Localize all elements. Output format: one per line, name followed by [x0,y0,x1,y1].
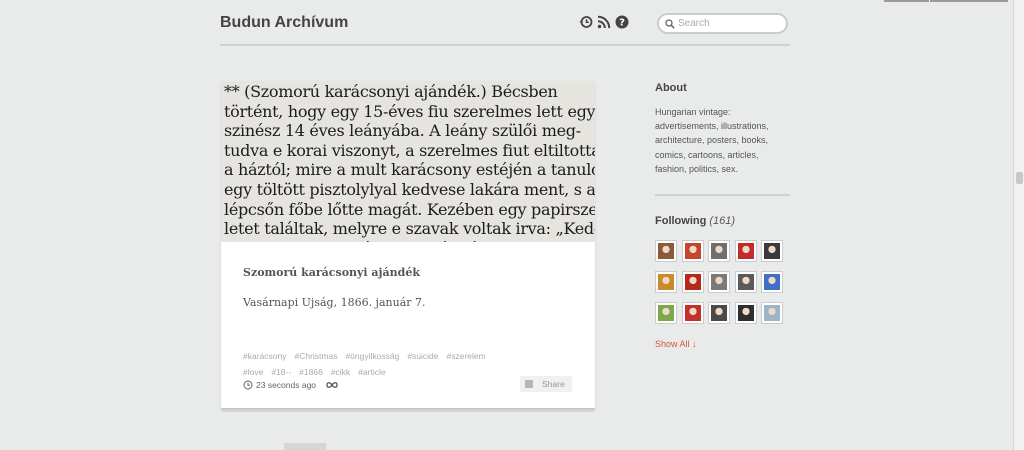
sidebar-divider [655,194,790,196]
top-tab-2[interactable] [930,0,1008,2]
tag-link[interactable]: #szerelem [447,351,486,361]
following-avatars [655,240,790,324]
avatar-image [737,243,754,259]
blog-header: Budun Archívum ? [220,0,790,46]
clipping-line: ** (Szomorú karácsonyi ajándék.) Bécsben [224,82,558,101]
avatar-image [764,274,780,290]
avatar-image [711,274,727,290]
clipping-line: egy töltött pisztolylyal kedvese lakára … [224,179,595,199]
post-image-clipping[interactable]: ** (Szomorú karácsonyi ajándék.) Bécsben… [221,81,595,242]
svg-text:?: ? [619,18,625,29]
search-input[interactable] [678,16,782,31]
clipping-line: vesemnek . . . karácsonyi ajándékul.“ [224,239,594,242]
following-heading: Following (161) [655,215,735,227]
avatar[interactable] [655,302,677,324]
avatar-image [737,274,754,290]
tag-link[interactable]: #18-- [271,367,291,377]
tag-link[interactable]: #article [358,367,385,377]
about-text: Hungarian vintage: advertisements, illus… [655,107,769,174]
clipping-line: tudva e korai viszonyt, a szerelmes fiut… [224,140,595,160]
avatar[interactable] [761,271,783,293]
scrollbar-thumb[interactable] [1016,172,1023,184]
avatar-image [658,274,674,290]
post-title: Szomorú karácsonyi ajándék [243,266,420,279]
post-card: ** (Szomorú karácsonyi ajándék.) Bécsben… [221,81,595,408]
avatar-image [711,305,727,321]
avatar-image [711,243,727,259]
clipping-line: szinész 14 éves leányába. A leány szülői… [224,121,581,141]
following-count: (161) [709,215,736,227]
about-heading: About [655,82,687,94]
avatar-image [737,305,754,321]
tag-link[interactable]: #karácsony [243,351,286,361]
tag-link[interactable]: #love [243,367,263,377]
tag-link[interactable]: #suicide [407,351,438,361]
avatar-image [684,305,701,321]
avatar[interactable] [655,240,677,262]
post-body: Vasárnapi Ujság, 1866. január 7. [243,296,426,309]
share-label: Share [542,379,565,389]
post-meta: 23 seconds ago [243,380,339,390]
search-icon [665,19,675,29]
avatar[interactable] [708,271,730,293]
clipping-line: történt, hogy egy 15-éves fiu szerelmes … [224,101,595,121]
show-all-link[interactable]: Show All ↓ [655,339,697,349]
tag-link[interactable]: #1866 [299,367,323,377]
permalink-infinity-icon[interactable] [325,381,339,389]
clock-icon [243,380,253,390]
scrollbar[interactable] [1013,0,1024,450]
avatar[interactable] [708,240,730,262]
avatar-image [764,243,780,259]
pagination-next[interactable] [284,443,326,450]
following-label: Following [655,215,707,227]
history-icon[interactable] [579,15,593,29]
avatar-image [684,243,701,259]
avatar[interactable] [681,240,704,262]
post-tags: #karácsony #Christmas #öngyilkosság #suicid… [243,349,563,380]
avatar[interactable] [734,271,757,293]
clipping-text: ** (Szomorú karácsonyi ajándék.) Bécsben… [224,82,595,242]
tag-link[interactable]: #cikk [331,367,350,377]
blog-title[interactable]: Budun Archívum [220,14,348,32]
avatar[interactable] [761,240,783,262]
avatar[interactable] [708,302,730,324]
avatar[interactable] [681,271,704,293]
share-icon [525,380,533,388]
search-box [657,13,788,34]
avatar-image [658,243,674,259]
avatar-image [684,274,701,290]
avatar[interactable] [681,302,704,324]
header-icons: ? [579,15,629,29]
avatar[interactable] [761,302,783,324]
avatar-image [658,305,674,321]
top-tab-1[interactable] [884,0,929,2]
avatar[interactable] [734,240,757,262]
clipping-line: letet találtak, melyre e szavak voltak i… [224,219,595,239]
tag-link[interactable]: #öngyilkosság [345,351,399,361]
clipping-line: a háztól; mire a mult karácsony estéjén … [224,160,595,180]
help-icon[interactable]: ? [615,15,629,29]
rss-icon[interactable] [597,15,611,29]
clipping-line: lépcsőn főbe lőtte magát. Kezében egy pa… [224,199,595,219]
pagination-prev[interactable] [224,443,274,450]
avatar-image [764,305,780,321]
avatar[interactable] [734,302,757,324]
post-timestamp[interactable]: 23 seconds ago [256,380,316,390]
avatar[interactable] [655,271,677,293]
share-button[interactable]: Share [520,376,572,392]
tag-link[interactable]: #Christmas [294,351,337,361]
